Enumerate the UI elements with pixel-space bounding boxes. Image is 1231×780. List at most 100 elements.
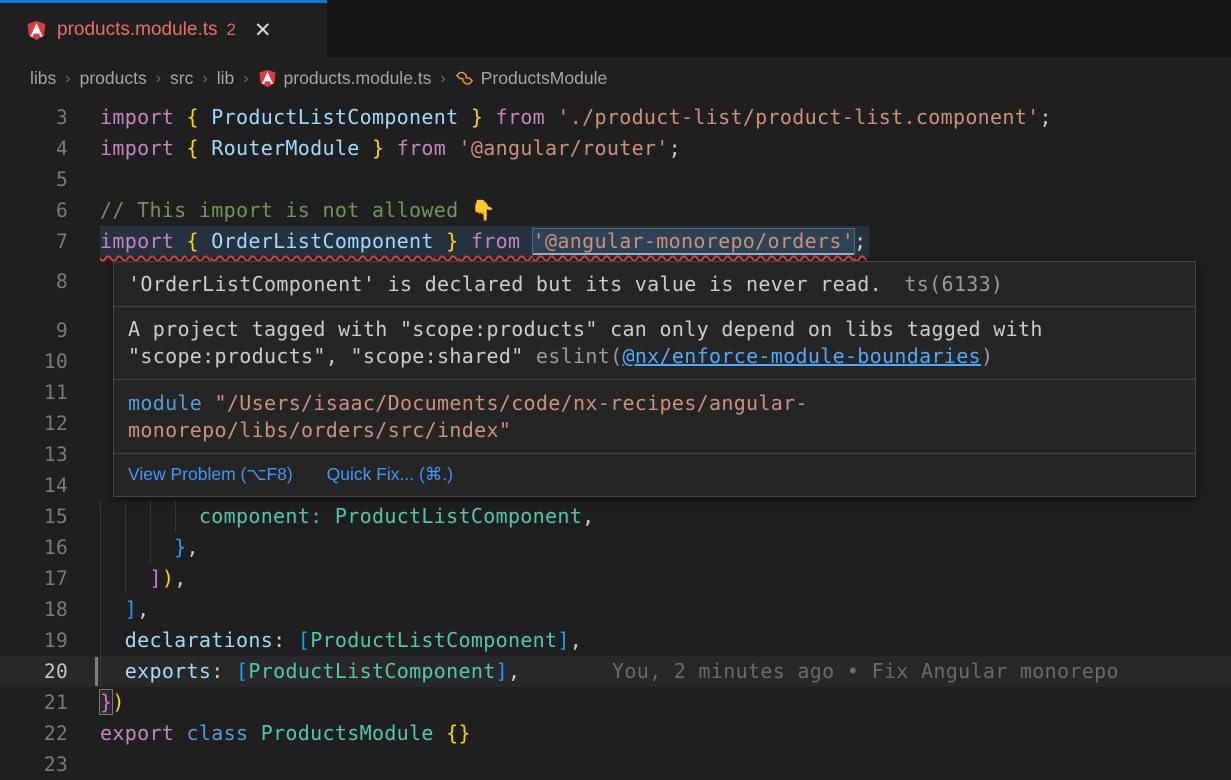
line-number-6[interactable]: 6 <box>0 195 68 226</box>
hover-actions: View Problem (⌥F8) Quick Fix... (⌘.) <box>114 453 1195 495</box>
code-line-3[interactable]: 3 import { ProductListComponent } from '.… <box>0 102 1231 133</box>
line-number-17[interactable]: 17 <box>0 563 68 594</box>
code-token: ProductListComponent <box>248 659 495 683</box>
code-token: , <box>582 504 594 528</box>
code-token: { <box>187 136 212 160</box>
line-number-18[interactable]: 18 <box>0 594 68 625</box>
line-number-16[interactable]: 16 <box>0 532 68 563</box>
hover-eslint-source-suffix: ) <box>981 344 993 368</box>
code-token <box>100 597 125 621</box>
code-token <box>100 535 174 559</box>
code-token: ProductsModule <box>261 721 446 745</box>
code-text-19: declarations: [ProductListComponent], <box>100 625 582 656</box>
line-number-14[interactable]: 14 <box>0 470 68 501</box>
line-number-7[interactable]: 7 <box>0 226 68 257</box>
code-line-23[interactable]: 23 <box>0 749 1231 780</box>
code-token: exports <box>125 659 212 683</box>
code-token: RouterModule <box>211 136 359 160</box>
code-token: , <box>570 628 582 652</box>
code-token: import <box>100 229 187 253</box>
code-token: ) <box>112 690 124 714</box>
module-keyword: module <box>128 391 202 415</box>
hover-diagnostic-eslint: A project tagged with "scope:products" c… <box>114 306 1195 379</box>
hover-eslint-line1: A project tagged with "scope:products" c… <box>128 317 1043 341</box>
code-token: , <box>508 659 520 683</box>
code-token: ] <box>496 659 508 683</box>
code-token: } <box>360 136 385 160</box>
code-line-18[interactable]: 18 ], <box>0 594 1231 625</box>
code-line-6[interactable]: 6 // This import is not allowed 👇 <box>0 195 1231 226</box>
code-token: ] <box>149 566 161 590</box>
code-line-4[interactable]: 4import { RouterModule } from '@angular/… <box>0 133 1231 164</box>
code-token: import <box>100 136 187 160</box>
breadcrumb-separator: › <box>202 70 207 88</box>
code-text-6: // This import is not allowed 👇 <box>100 195 496 226</box>
code-token: ProductListComponent <box>335 504 582 528</box>
line-number-20[interactable]: 20 <box>0 656 68 687</box>
code-text-17: ]), <box>100 563 187 594</box>
code-token: : <box>211 659 236 683</box>
git-blame-annotation: You, 2 minutes ago • Fix Angular monorep… <box>612 656 1119 687</box>
line-number-23[interactable]: 23 <box>0 749 68 780</box>
code-line-22[interactable]: 22export class ProductsModule {} <box>0 718 1231 749</box>
code-line-17[interactable]: 17 ]), <box>0 563 1231 594</box>
code-token: OrderListComponent <box>211 229 434 253</box>
code-token <box>100 628 125 652</box>
breadcrumb-item-libs[interactable]: libs <box>30 68 56 89</box>
view-problem-action[interactable]: View Problem (⌥F8) <box>128 464 293 484</box>
hover-module-block: module "/Users/isaac/Documents/code/nx-r… <box>114 379 1195 453</box>
code-token: '@angular/router' <box>459 136 669 160</box>
line-number-13[interactable]: 13 <box>0 439 68 470</box>
code-token: './product-list/product-list.component' <box>557 105 1039 129</box>
code-text-21: }) <box>100 687 125 718</box>
breadcrumb-item-file[interactable]: products.module.ts <box>258 68 432 89</box>
code-token: // This import is not allowed <box>100 198 471 222</box>
breadcrumb-separator: › <box>243 70 248 88</box>
line-number-8[interactable]: 8 <box>0 266 68 297</box>
breadcrumb-item-symbol[interactable]: ProductsModule <box>455 68 607 89</box>
code-token: } <box>100 690 112 714</box>
breadcrumb-item-products[interactable]: products <box>80 68 147 89</box>
code-line-19[interactable]: 19 declarations: [ProductListComponent], <box>0 625 1231 656</box>
line-number-4[interactable]: 4 <box>0 133 68 164</box>
code-line-15[interactable]: 15 component: ProductListComponent, <box>0 501 1231 532</box>
code-token: class <box>187 721 261 745</box>
code-line-20[interactable]: 20 exports: [ProductListComponent],You, … <box>0 656 1231 687</box>
code-token: component <box>199 504 310 528</box>
angular-icon <box>258 69 277 88</box>
code-line-5[interactable]: 5 <box>0 164 1231 195</box>
hover-diagnostic-ts: 'OrderListComponent' is declared but its… <box>114 262 1195 306</box>
line-number-9[interactable]: 9 <box>0 315 68 346</box>
code-token: } <box>434 229 459 253</box>
current-line-marker <box>95 657 98 686</box>
line-number-21[interactable]: 21 <box>0 687 68 718</box>
line-number-10[interactable]: 10 <box>0 346 68 377</box>
line-number-5[interactable]: 5 <box>0 164 68 195</box>
class-icon <box>455 69 474 88</box>
code-token: ProductListComponent <box>211 105 458 129</box>
close-icon[interactable]: ✕ <box>254 20 272 41</box>
hover-message-source: ts(6133) <box>904 272 1003 296</box>
code-line-16[interactable]: 16 }, <box>0 532 1231 563</box>
code-line-21[interactable]: 21}) <box>0 687 1231 718</box>
tab-dirty-count: 2 <box>227 20 236 40</box>
code-text-3: import { ProductListComponent } from './… <box>100 102 1052 133</box>
code-token: , <box>174 566 186 590</box>
eslint-rule-link[interactable]: @nx/enforce-module-boundaries <box>622 344 980 368</box>
line-number-11[interactable]: 11 <box>0 377 68 408</box>
code-line-7[interactable]: 7import { OrderListComponent } from '@an… <box>0 226 1231 257</box>
line-number-3[interactable]: 3 <box>0 102 68 133</box>
code-token: export <box>100 721 187 745</box>
quick-fix-action[interactable]: Quick Fix... (⌘.) <box>327 464 453 484</box>
angular-icon <box>26 20 47 41</box>
breadcrumb-item-src[interactable]: src <box>170 68 193 89</box>
line-number-22[interactable]: 22 <box>0 718 68 749</box>
breadcrumb-item-lib[interactable]: lib <box>217 68 235 89</box>
tab-products-module[interactable]: products.module.ts 2 ✕ <box>0 0 327 57</box>
line-number-19[interactable]: 19 <box>0 625 68 656</box>
line-number-15[interactable]: 15 <box>0 501 68 532</box>
line-number-12[interactable]: 12 <box>0 408 68 439</box>
code-token: ) <box>162 566 174 590</box>
module-specifier-link[interactable]: '@angular-monorepo/orders' <box>533 229 854 253</box>
code-token: : <box>273 628 298 652</box>
